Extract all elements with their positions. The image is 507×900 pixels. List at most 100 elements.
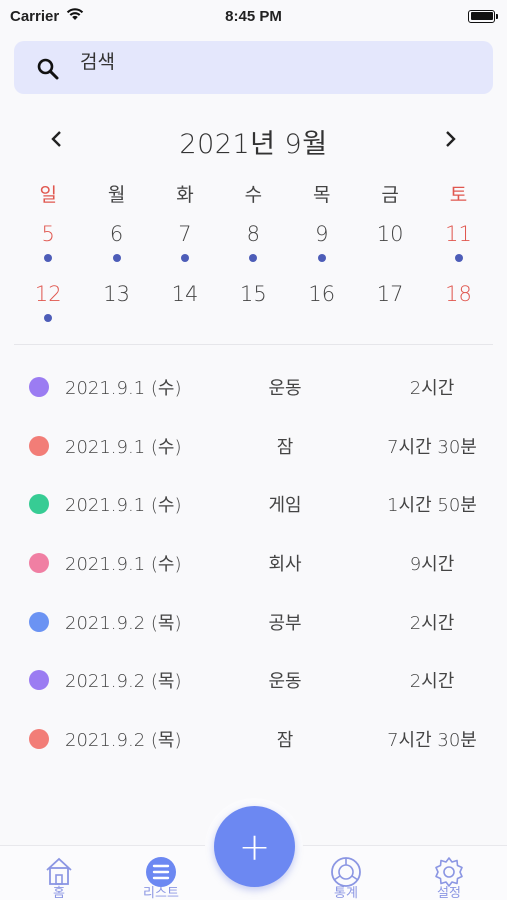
chevron-right-icon <box>446 131 456 147</box>
record-date: 2021.9.1 (수) <box>65 436 182 458</box>
battery-icon <box>468 9 498 23</box>
record-date: 2021.9.1 (수) <box>65 378 182 400</box>
calendar-day[interactable]: 12 <box>14 282 82 326</box>
record-category: 잠 <box>276 729 294 751</box>
record-category: 공부 <box>268 612 302 634</box>
day-number: 18 <box>445 282 472 306</box>
tab-settings[interactable]: 설정 <box>419 854 479 900</box>
record-row[interactable]: 2021.9.2 (목) 공부 2시간 <box>0 592 507 651</box>
calendar-day[interactable]: 11 <box>424 222 492 266</box>
event-dot <box>44 254 53 262</box>
calendar-day[interactable]: 9 <box>288 222 356 266</box>
calendar-day[interactable]: 7 <box>151 222 219 266</box>
record-duration: 7시간 30분 <box>387 436 477 458</box>
calendar-day[interactable]: 16 <box>288 282 356 326</box>
record-row[interactable]: 2021.9.1 (수) 운동 2시간 <box>0 358 507 417</box>
category-color-dot <box>29 435 49 456</box>
category-color-dot <box>29 728 49 749</box>
event-dot <box>249 254 258 262</box>
day-number: 8 <box>246 222 261 246</box>
record-duration: 7시간 30분 <box>387 729 477 751</box>
day-number: 9 <box>315 222 329 246</box>
calendar-day[interactable]: 18 <box>424 282 492 326</box>
search-icon <box>36 57 60 85</box>
calendar-day[interactable]: 6 <box>82 222 150 266</box>
category-color-dot <box>29 494 49 515</box>
day-number: 12 <box>34 282 62 306</box>
day-number: 16 <box>308 282 336 306</box>
record-row[interactable]: 2021.9.1 (수) 회사 9시간 <box>0 534 507 593</box>
tab-settings-label: 설정 <box>437 886 461 900</box>
record-duration: 2시간 <box>409 612 455 634</box>
wifi-icon <box>65 7 85 25</box>
day-number: 7 <box>178 222 192 246</box>
day-number: 5 <box>41 222 55 246</box>
record-duration: 9시간 <box>409 554 455 576</box>
carrier-label: Carrier <box>10 7 60 25</box>
record-duration: 2시간 <box>409 671 455 693</box>
category-color-dot <box>29 553 49 574</box>
next-month-button[interactable] <box>437 126 463 152</box>
weekday-label: 수 <box>244 184 263 206</box>
calendar-week: 12 13 14 15 16 17 18 <box>14 282 493 326</box>
record-duration: 1시간 50분 <box>387 495 477 517</box>
record-row[interactable]: 2021.9.2 (목) 잠 7시간 30분 <box>0 710 507 769</box>
record-row[interactable]: 2021.9.1 (수) 게임 1시간 50분 <box>0 475 507 534</box>
category-color-dot <box>29 670 49 691</box>
event-dot <box>180 254 189 262</box>
status-bar: Carrier 8:45 PM <box>0 0 507 32</box>
record-date: 2021.9.1 (수) <box>65 495 182 517</box>
calendar-header: 2021년 9월 <box>0 118 507 160</box>
weekday-label: 화 <box>176 184 194 206</box>
calendar-day[interactable]: 10 <box>356 222 424 266</box>
status-left: Carrier <box>10 7 85 25</box>
event-dot <box>44 314 53 322</box>
weekday-label: 금 <box>381 184 399 206</box>
record-category: 게임 <box>268 495 302 517</box>
weekday-label: 목 <box>313 184 331 206</box>
calendar-day[interactable]: 17 <box>356 282 424 326</box>
weekday-row: 일 월 화 수 목 금 토 <box>14 180 493 207</box>
record-category: 운동 <box>268 671 302 693</box>
record-category: 회사 <box>268 554 302 576</box>
day-number: 13 <box>103 282 130 306</box>
calendar-day[interactable]: 14 <box>151 282 219 326</box>
tab-list[interactable]: 리스트 <box>131 854 191 900</box>
record-date: 2021.9.2 (목) <box>65 612 182 634</box>
tab-home[interactable]: 홈 <box>29 854 89 900</box>
month-title: 2021년 9월 <box>179 129 328 160</box>
event-dot <box>112 254 121 262</box>
record-date: 2021.9.2 (목) <box>65 671 182 693</box>
add-record-button[interactable]: + <box>214 806 295 887</box>
search-input[interactable] <box>80 47 480 77</box>
tab-stats[interactable]: 통계 <box>316 854 376 900</box>
calendar-week: 5 6 7 8 9 10 11 <box>14 222 493 266</box>
record-category: 잠 <box>276 436 294 458</box>
weekday-label: 토 <box>449 184 468 206</box>
tab-list-label: 리스트 <box>143 886 179 900</box>
category-color-dot <box>29 377 49 398</box>
search-bar[interactable] <box>14 41 493 94</box>
calendar-day[interactable]: 13 <box>82 282 150 326</box>
calendar-day[interactable]: 5 <box>14 222 82 266</box>
event-dot <box>454 254 463 262</box>
event-dot <box>317 254 326 262</box>
day-number: 14 <box>171 282 199 306</box>
record-list: 2021.9.1 (수) 운동 2시간 2021.9.1 (수) 잠 7시간 3… <box>0 358 507 768</box>
record-date: 2021.9.1 (수) <box>65 554 182 576</box>
calendar-day[interactable]: 15 <box>219 282 287 326</box>
day-number: 10 <box>376 222 404 246</box>
divider <box>14 344 493 345</box>
record-row[interactable]: 2021.9.2 (목) 운동 2시간 <box>0 651 507 710</box>
tab-home-label: 홈 <box>53 886 65 900</box>
record-duration: 2시간 <box>409 378 455 400</box>
calendar-day[interactable]: 8 <box>219 222 287 266</box>
day-number: 17 <box>376 282 404 306</box>
record-row[interactable]: 2021.9.1 (수) 잠 7시간 30분 <box>0 417 507 476</box>
day-number: 11 <box>445 222 472 246</box>
weekday-label: 월 <box>107 184 126 206</box>
record-date: 2021.9.2 (목) <box>65 729 182 751</box>
record-category: 운동 <box>268 378 302 400</box>
tab-stats-label: 통계 <box>334 886 358 900</box>
day-number: 6 <box>109 222 124 246</box>
